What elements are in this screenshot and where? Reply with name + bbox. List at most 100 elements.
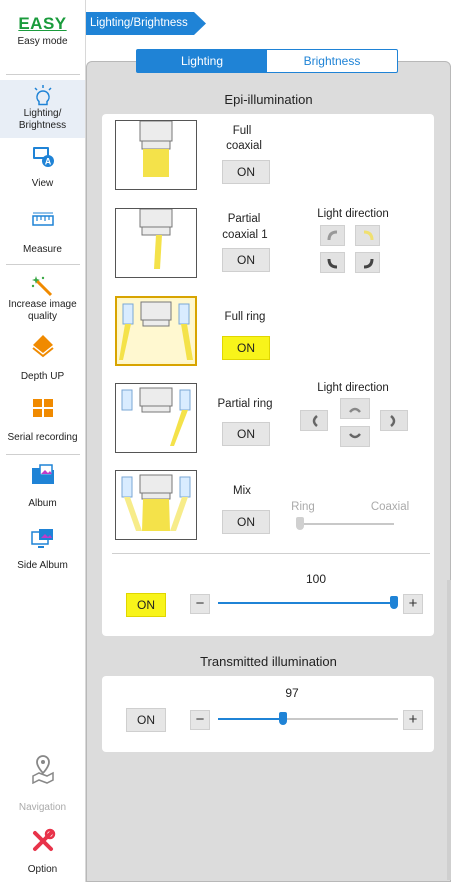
sidebar-item-label: quality <box>28 311 57 322</box>
epi-illumination-card <box>102 114 434 636</box>
breadcrumb: Lighting/Brightness <box>86 12 206 35</box>
album-folder-icon <box>31 464 54 484</box>
scrollbar[interactable] <box>447 580 451 880</box>
partial-coaxial-thumbnail[interactable] <box>115 208 197 278</box>
mix-label: Mix <box>233 485 251 497</box>
depth-layers-icon <box>31 335 54 358</box>
epi-divider <box>112 553 430 554</box>
sidebar-item-measure[interactable]: Measure <box>0 212 85 256</box>
full-coaxial-illustration <box>139 120 173 177</box>
partial-coaxial-light-direction-label: Light direction <box>317 208 389 220</box>
full-coaxial-on-button[interactable]: ON <box>222 160 270 184</box>
light-direction-bottom-right-button[interactable] <box>355 252 380 273</box>
transmitted-illumination-title: Transmitted illumination <box>200 654 337 669</box>
sidebar-item-label: Lighting/ <box>23 108 62 119</box>
mix-illustration <box>121 474 191 531</box>
arc-bottom-left-icon <box>327 258 337 268</box>
sidebar-item-label: Side Album <box>17 560 68 571</box>
view-monitor-icon: A <box>32 147 54 167</box>
sidebar-item-label: Album <box>28 498 57 509</box>
serial-grid-icon <box>32 399 53 417</box>
sidebar-item-label: Measure <box>23 244 62 255</box>
tab-brightness[interactable]: Brightness <box>267 50 397 72</box>
sidebar-item-label: Brightness <box>18 120 67 131</box>
arc-bottom-right-icon <box>363 258 373 268</box>
epi-brightness-slider-knob[interactable] <box>389 596 398 609</box>
full-ring-on-button[interactable]: ON <box>222 336 270 360</box>
mix-thumbnail[interactable] <box>115 470 197 540</box>
epi-brightness-plus-button[interactable]: + <box>403 594 423 614</box>
epi-brightness-slider-fill <box>218 602 394 604</box>
arc-top-left-icon <box>327 230 337 240</box>
sidebar-item-label: Increase image <box>8 299 77 310</box>
mix-ratio-slider-track[interactable] <box>296 523 394 525</box>
partial-ring-on-button[interactable]: ON <box>222 422 270 446</box>
full-ring-label: Full ring <box>224 311 266 323</box>
magic-wand-icon <box>31 276 52 297</box>
mix-on-button[interactable]: ON <box>222 510 270 534</box>
ring-direction-bottom-button[interactable] <box>340 426 370 447</box>
svg-text:A: A <box>44 157 51 167</box>
sidebar-item-option[interactable]: Option <box>0 828 85 878</box>
arc-top-right-icon <box>363 230 373 240</box>
epi-master-on-button[interactable]: ON <box>126 593 166 617</box>
ring-direction-top-button[interactable] <box>340 398 370 419</box>
sidebar-item-label: Easy mode <box>17 36 68 47</box>
light-direction-top-left-button[interactable] <box>320 225 345 246</box>
tab-lighting[interactable]: Lighting <box>137 50 267 72</box>
sidebar-item-label: Navigation <box>18 802 67 813</box>
partial-ring-light-direction-label: Light direction <box>317 382 389 394</box>
full-ring-illustration <box>119 300 193 362</box>
arc-top-icon <box>349 407 361 413</box>
easy-mode-logo: EASY <box>18 14 67 33</box>
full-coaxial-label-line1: Full <box>232 125 252 137</box>
sidebar-item-increase-image-quality[interactable]: Increase image quality <box>0 275 85 327</box>
transmitted-brightness-slider-knob[interactable] <box>278 712 287 725</box>
full-coaxial-thumbnail[interactable] <box>115 120 197 190</box>
tab-bar: Lighting Brightness <box>136 49 398 73</box>
epi-brightness-value: 100 <box>305 572 327 586</box>
epi-illumination-title: Epi-illumination <box>224 92 313 107</box>
ring-direction-left-button[interactable] <box>300 410 328 431</box>
partial-coaxial-label-line1: Partial <box>227 213 261 225</box>
light-direction-bottom-left-button[interactable] <box>320 252 345 273</box>
sidebar-item-serial-recording[interactable]: Serial recording <box>0 398 85 446</box>
epi-brightness-minus-button[interactable]: − <box>190 594 210 614</box>
full-ring-thumbnail[interactable] <box>115 296 197 366</box>
tools-wrench-icon <box>32 828 55 851</box>
sidebar: EASY Easy mode Lighting/ Brightness A Vi… <box>0 0 86 882</box>
sidebar-item-lighting-brightness[interactable]: Lighting/ Brightness <box>0 80 85 138</box>
sidebar-item-label: Depth UP <box>20 371 65 382</box>
partial-coaxial-on-button[interactable]: ON <box>222 248 270 272</box>
transmitted-brightness-plus-button[interactable]: + <box>403 710 423 730</box>
partial-ring-label: Partial ring <box>217 398 273 410</box>
full-coaxial-label-line2: coaxial <box>226 140 262 152</box>
ruler-icon <box>31 212 54 226</box>
partial-coaxial-label-line2: coaxial 1 <box>222 229 268 241</box>
arc-left-icon <box>312 414 318 427</box>
arc-bottom-icon <box>349 432 361 438</box>
partial-coaxial-illustration <box>139 208 173 269</box>
partial-ring-illustration <box>121 387 191 446</box>
transmitted-brightness-slider-fill <box>218 718 283 720</box>
light-bulb-icon <box>33 85 52 106</box>
sidebar-item-easy-mode[interactable]: EASY Easy mode <box>0 14 85 70</box>
side-album-icon <box>30 529 53 548</box>
sidebar-divider <box>6 454 80 455</box>
sidebar-item-depth-up[interactable]: Depth UP <box>0 333 85 382</box>
sidebar-item-album[interactable]: Album <box>0 464 85 514</box>
arc-right-icon <box>390 414 396 427</box>
sidebar-item-label: Serial recording <box>7 432 78 443</box>
sidebar-item-side-album[interactable]: Side Album <box>0 528 85 574</box>
ring-direction-right-button[interactable] <box>380 410 408 431</box>
sidebar-item-navigation[interactable]: Navigation <box>0 754 85 814</box>
sidebar-divider <box>6 74 80 75</box>
light-direction-top-right-button[interactable] <box>355 225 380 246</box>
sidebar-divider <box>6 264 80 265</box>
transmitted-brightness-value: 97 <box>285 686 299 700</box>
transmitted-on-button[interactable]: ON <box>126 708 166 732</box>
mix-ratio-slider-knob[interactable] <box>296 517 304 530</box>
partial-ring-thumbnail[interactable] <box>115 383 197 453</box>
transmitted-brightness-minus-button[interactable]: − <box>190 710 210 730</box>
sidebar-item-view[interactable]: A View <box>0 144 85 192</box>
